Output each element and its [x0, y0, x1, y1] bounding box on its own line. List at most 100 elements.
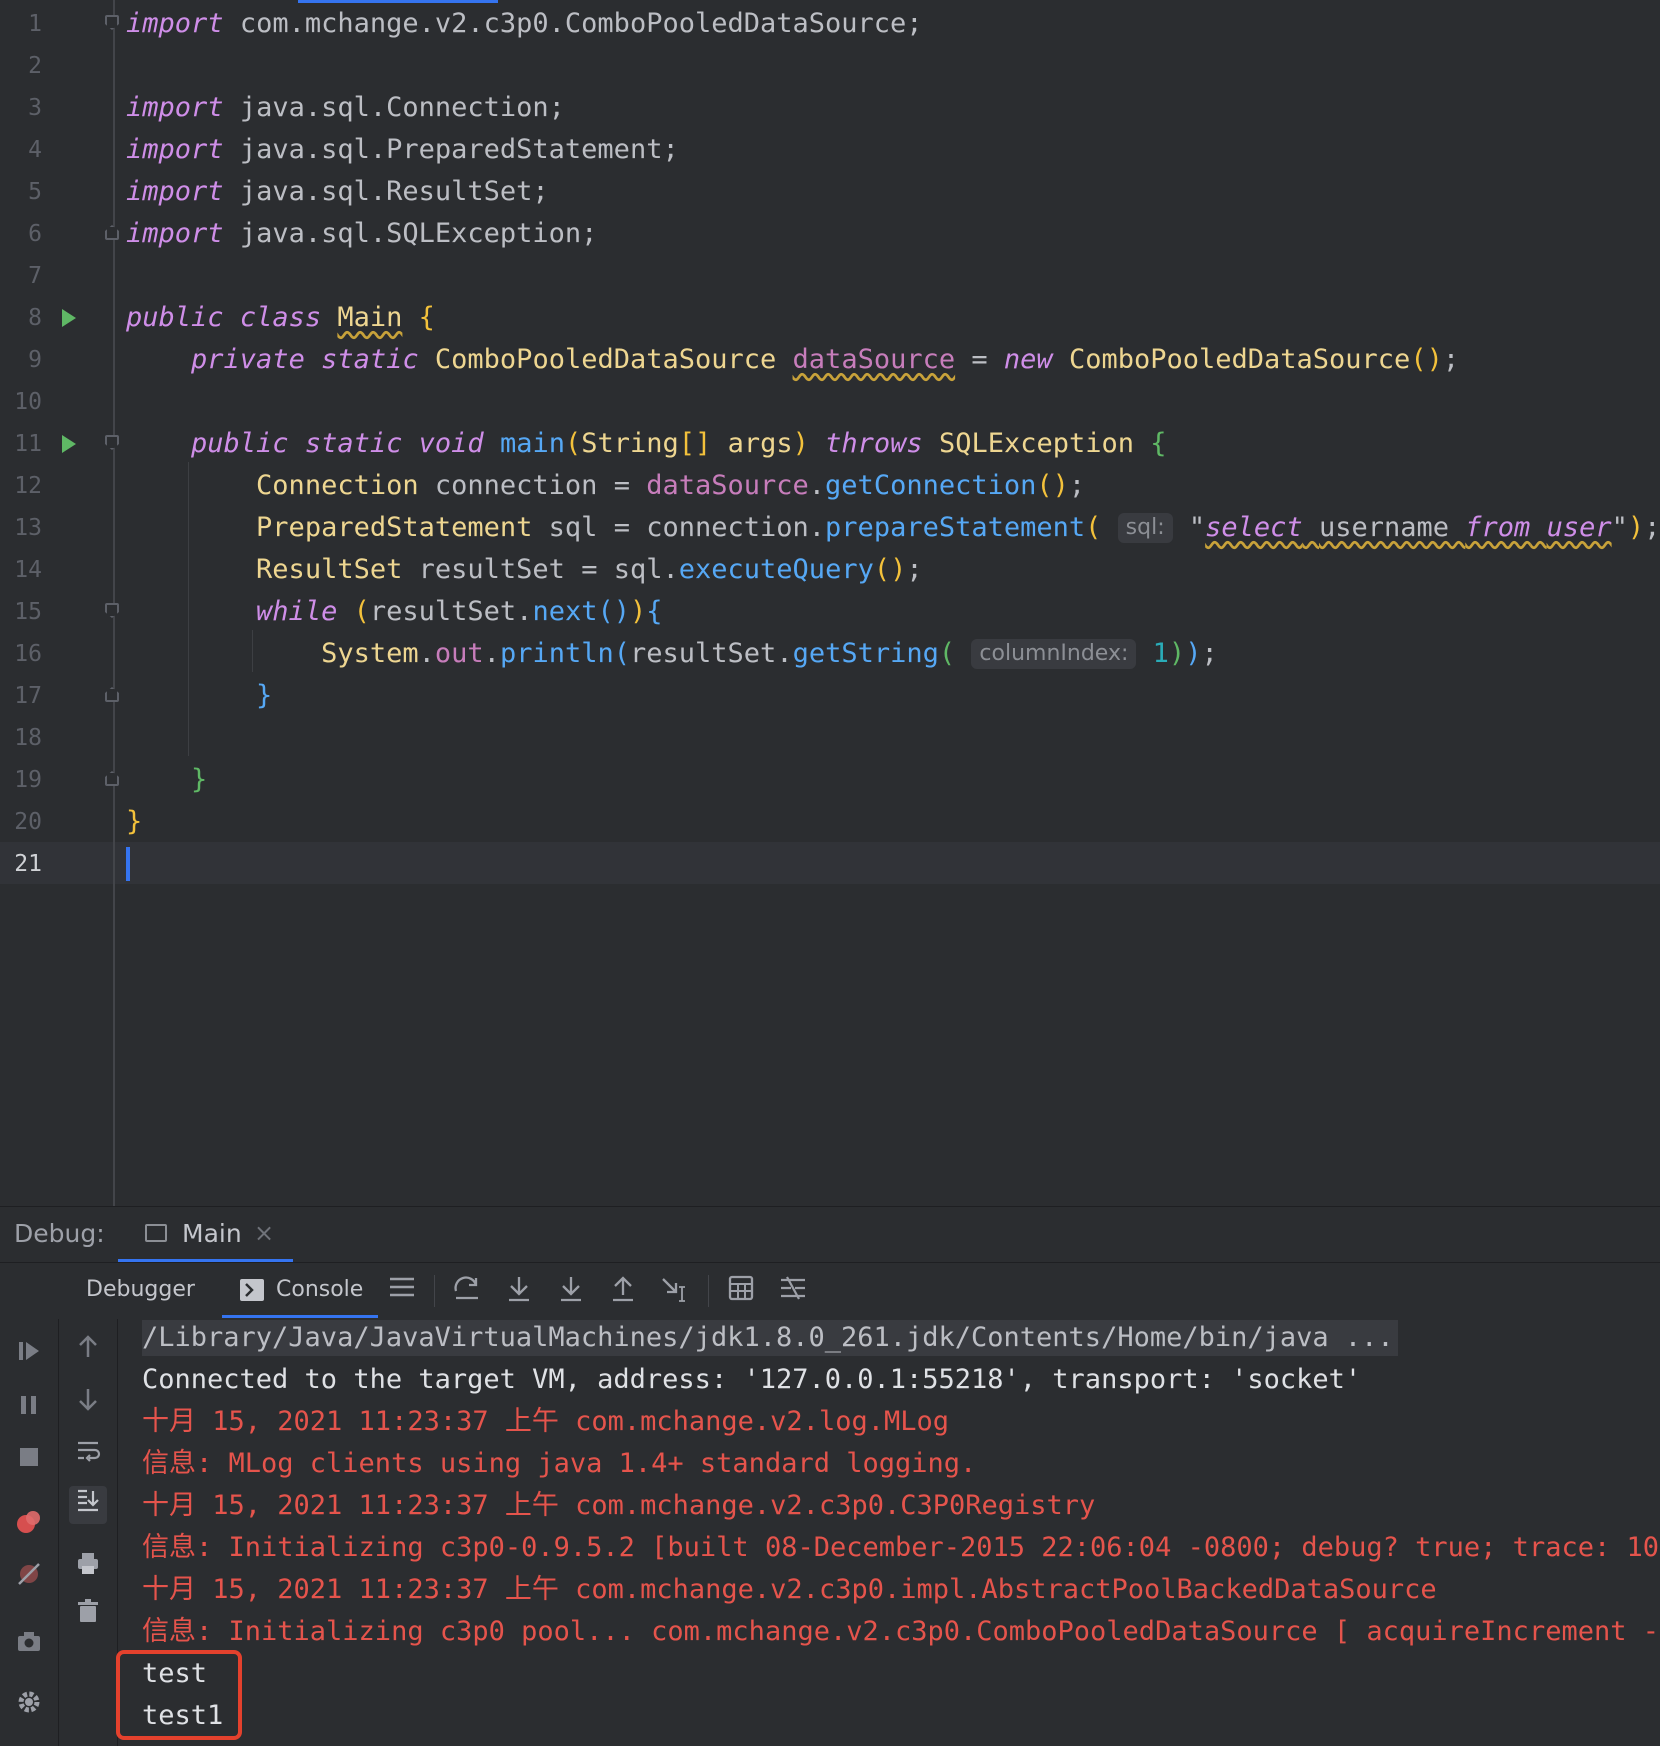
code-line: 3 import java.sql.Connection; [0, 87, 1660, 129]
code-line: 18 [0, 717, 1660, 759]
trace-stream-icon[interactable] [778, 1275, 808, 1305]
code-text: Connection connection = dataSource.getCo… [256, 470, 1086, 501]
toolbar-separator [434, 1275, 435, 1307]
code-line: 21 [0, 843, 1660, 885]
step-out-icon[interactable] [608, 1275, 638, 1305]
type-name: System [321, 638, 419, 669]
close-icon[interactable]: × [254, 1219, 274, 1247]
code-text: import java.sql.ResultSet; [126, 174, 549, 210]
fold-icon[interactable] [105, 687, 119, 702]
method-name: getString [792, 638, 939, 669]
code-line: 14 ResultSet resultSet = sql.executeQuer… [0, 549, 1660, 591]
method-name: next [532, 596, 598, 627]
console-line-log: 信息: Initializing c3p0 pool... com.mchang… [142, 1616, 1660, 1647]
line-number: 14 [14, 557, 42, 583]
code-line: 1 import com.mchange.v2.c3p0.ComboPooled… [0, 3, 1660, 45]
scroll-to-end-icon[interactable] [69, 1486, 107, 1524]
code-line: 17 } [0, 675, 1660, 717]
type-name: ResultSet [256, 554, 403, 585]
line-number: 4 [28, 137, 42, 163]
code-line: 5 import java.sql.ResultSet; [0, 171, 1660, 213]
up-arrow-icon[interactable] [73, 1334, 103, 1364]
fold-icon[interactable] [105, 603, 119, 618]
run-to-cursor-icon[interactable] [660, 1275, 690, 1305]
sql-identifier: user [1546, 512, 1612, 543]
variable: resultSet [418, 554, 565, 585]
console-icon [240, 1279, 264, 1301]
evaluate-expression-icon[interactable] [726, 1275, 756, 1305]
code-text: import java.sql.PreparedStatement; [126, 132, 679, 168]
step-over-icon[interactable] [452, 1275, 482, 1305]
console-line-log: 十月 15, 2021 11:23:37 上午 com.mchange.v2.l… [142, 1406, 949, 1437]
print-icon[interactable] [73, 1550, 103, 1580]
line-number: 9 [28, 347, 42, 373]
line-number: 1 [28, 11, 42, 37]
code-line: 13 PreparedStatement sql = connection.pr… [0, 507, 1660, 549]
type-name: String [581, 428, 679, 459]
type-name: PreparedStatement [256, 512, 533, 543]
trash-icon[interactable] [73, 1598, 103, 1628]
window-icon [145, 1224, 167, 1242]
down-arrow-icon[interactable] [73, 1386, 103, 1416]
line-number: 5 [28, 179, 42, 205]
import-path: java.sql.ResultSet; [239, 176, 549, 207]
console-side-toolbar [59, 1318, 118, 1746]
step-into-icon[interactable] [504, 1275, 534, 1305]
fold-icon[interactable] [105, 15, 119, 30]
number-literal: 1 [1152, 638, 1169, 669]
run-gutter-icon[interactable] [62, 435, 76, 453]
code-text: } [126, 806, 143, 837]
fold-icon[interactable] [105, 225, 119, 240]
menu-icon[interactable] [387, 1275, 417, 1305]
line-number: 3 [28, 95, 42, 121]
variable: sql [613, 554, 663, 585]
code-line: 15 while (resultSet.next()){ [0, 591, 1660, 633]
field-name: out [434, 638, 484, 669]
keyword: import [126, 176, 224, 207]
fold-icon[interactable] [105, 435, 119, 450]
code-text: private static ComboPooledDataSource dat… [191, 344, 1460, 375]
method-name: getConnection [825, 470, 1037, 501]
tab-debugger[interactable]: Debugger [86, 1263, 196, 1319]
type-name: Connection [256, 470, 419, 501]
line-number: 15 [14, 599, 42, 625]
debug-side-toolbar [0, 1262, 59, 1746]
sql-identifier: username [1318, 512, 1450, 543]
settings-gear-icon[interactable] [14, 1688, 44, 1718]
mute-breakpoints-icon[interactable] [14, 1560, 44, 1590]
tab-console-label: Console [276, 1277, 364, 1302]
code-text: System.out.println(resultSet.getString( … [321, 638, 1218, 669]
toolbar-separator [708, 1275, 709, 1307]
variable: connection [646, 512, 809, 543]
resume-icon[interactable] [14, 1338, 44, 1368]
code-line: 10 [0, 381, 1660, 423]
field-name: dataSource [792, 344, 956, 375]
stop-icon[interactable] [14, 1444, 44, 1474]
console-line-log: 信息: MLog clients using java 1.4+ standar… [142, 1448, 977, 1479]
type-name: SQLException [938, 428, 1135, 459]
force-step-into-icon[interactable] [556, 1275, 586, 1305]
debug-tab-main[interactable]: Main × [118, 1207, 293, 1263]
keyword: import [126, 134, 224, 165]
view-breakpoints-icon[interactable] [14, 1508, 44, 1538]
camera-icon[interactable] [14, 1628, 44, 1658]
fold-icon[interactable] [105, 771, 119, 786]
class-name: Main [337, 302, 403, 333]
soft-wrap-icon[interactable] [73, 1438, 103, 1468]
method-name: println [499, 638, 614, 669]
run-gutter-icon[interactable] [62, 309, 76, 327]
import-path: java.sql.PreparedStatement; [239, 134, 679, 165]
console-output[interactable]: /Library/Java/JavaVirtualMachines/jdk1.8… [118, 1318, 1660, 1746]
console-line-command: /Library/Java/JavaVirtualMachines/jdk1.8… [142, 1320, 1398, 1356]
variable: resultSet [630, 638, 777, 669]
pause-icon[interactable] [14, 1392, 44, 1422]
line-number: 10 [14, 389, 42, 415]
keyword: static [304, 428, 403, 459]
variable: resultSet [369, 596, 517, 627]
line-number: 19 [14, 767, 42, 793]
code-editor[interactable]: 1 import com.mchange.v2.c3p0.ComboPooled… [0, 0, 1660, 1206]
tab-console[interactable]: Console [222, 1263, 378, 1319]
method-name: executeQuery [678, 554, 874, 585]
param-hint: columnIndex: [971, 639, 1137, 669]
line-number: 8 [28, 305, 42, 331]
